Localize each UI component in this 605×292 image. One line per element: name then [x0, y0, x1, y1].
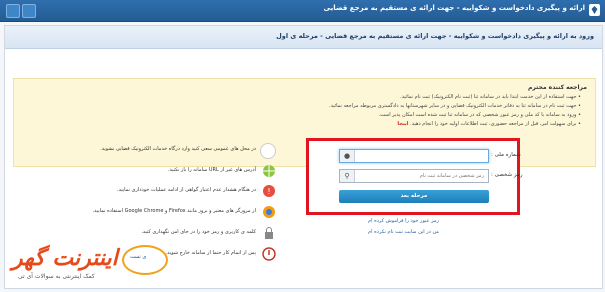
home-button[interactable]: [22, 4, 36, 18]
username-field[interactable]: ●: [339, 149, 489, 163]
tip-item: آدرس های غیر از URL سامانه را باز نکنید.: [8, 163, 276, 181]
page-header: ورود به ارائه و پیگیری دادخواست و شکوایی…: [5, 26, 602, 49]
register-link[interactable]: من در این سایت ثبت نام نکرده ام: [368, 227, 439, 238]
tip-item: در محل های عمومی سعی کنید وارد درگاه خدم…: [8, 142, 276, 160]
key-icon: ⚲: [340, 170, 355, 182]
user-icon: ●: [340, 150, 355, 162]
tip-item: ! در هنگام هشدار عدم اعتبار گواهی از ادا…: [8, 183, 276, 201]
password-input[interactable]: [356, 171, 484, 181]
password-label: رمز شخصی :: [491, 172, 523, 178]
notice-item: جهت استفاده از این خدمت ابتدا باید در سا…: [329, 93, 581, 102]
watermark-logo: اینترنت گهر کمک اینترنتی به سوالات آی تی…: [12, 243, 202, 287]
notice-item: برای سهولت امر، قبل از مراجعه حضوری، ثبت…: [329, 120, 581, 129]
tip-item: کلمه ی کاربری و رمز خود را در جای امن نگ…: [8, 225, 276, 243]
browser-icon: [263, 206, 275, 218]
svg-text:!: !: [267, 187, 270, 196]
menu-button[interactable]: [6, 4, 20, 18]
help-links: رمز عبور خود را فراموش کرده ام من در این…: [368, 216, 439, 238]
app-title: ارائه و پیگیری دادخواست و شکواییه - جهت …: [323, 4, 585, 12]
next-step-button[interactable]: مرحله بعد: [339, 190, 489, 203]
watermark-badge: ی تست: [122, 245, 168, 275]
username-input[interactable]: [356, 151, 484, 161]
notice-item: جهت ثبت نام در سامانه ثنا به دفاتر خدمات…: [329, 102, 581, 111]
username-label: شماره ملی :: [491, 152, 521, 158]
watermark-title: اینترنت گهر: [12, 246, 118, 271]
notice-title: مراجعه کننده محترم: [527, 84, 587, 91]
top-bar: ارائه و پیگیری دادخواست و شکواییه - جهت …: [0, 0, 605, 22]
login-form: ● شماره ملی : ⚲ رمز شخصی : مرحله بعد: [306, 138, 523, 215]
judiciary-logo-icon: [589, 4, 600, 16]
power-icon: [262, 247, 276, 261]
password-row: ⚲ رمز شخصی :: [339, 169, 523, 183]
username-row: ● شماره ملی :: [339, 149, 521, 163]
lock-icon: [265, 227, 273, 239]
certificate-warning-icon: !: [263, 185, 275, 197]
password-field[interactable]: ⚲: [339, 169, 489, 183]
notice-link[interactable]: اینجا: [397, 121, 408, 127]
notice-list: جهت استفاده از این خدمت ابتدا باید در سا…: [329, 93, 581, 129]
watermark-subtitle: کمک اینترنتی به سوالات آی تی: [18, 273, 95, 280]
page-title: ورود به ارائه و پیگیری دادخواست و شکوایی…: [276, 32, 594, 40]
globe-icon: [263, 165, 275, 177]
forgot-password-link[interactable]: رمز عبور خود را فراموش کرده ام: [368, 216, 439, 227]
tip-item: از مرورگر های معتبر و بروز مانند Firefox…: [8, 204, 276, 222]
public-place-icon: [260, 143, 276, 159]
notice-item: ورود به سامانه با کد ملی و رمز عبور شخصی…: [329, 111, 581, 120]
